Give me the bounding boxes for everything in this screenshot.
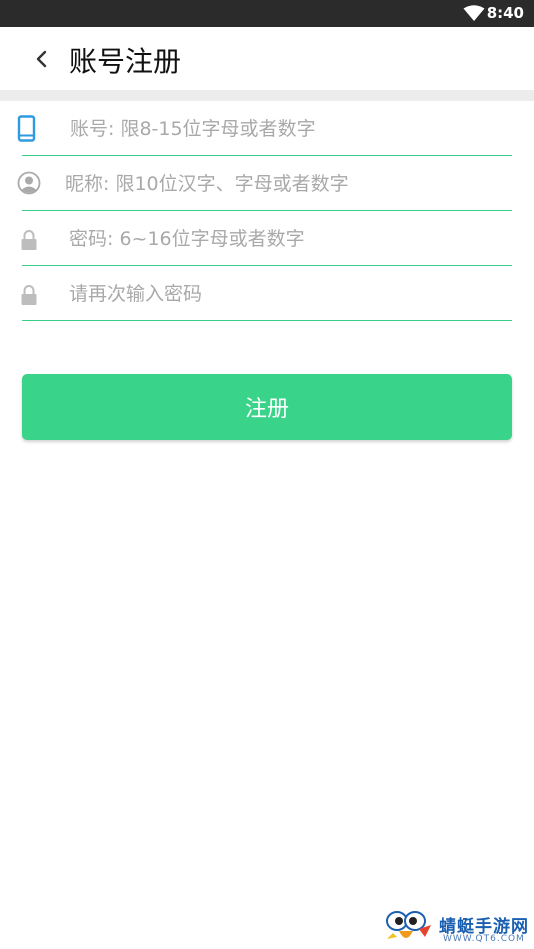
watermark-url: WWW.QT6.COM — [443, 934, 525, 944]
nickname-input[interactable] — [65, 168, 510, 200]
phone-icon — [17, 115, 36, 142]
status-bar: 8:40 — [0, 0, 534, 27]
user-icon — [17, 171, 41, 195]
wifi-icon — [463, 5, 485, 21]
nickname-field — [17, 156, 512, 211]
account-field — [17, 101, 512, 156]
dragonfly-logo-icon — [386, 911, 431, 939]
account-input[interactable] — [70, 113, 510, 145]
header-divider — [0, 90, 534, 101]
lock-icon — [21, 285, 37, 305]
app-header: 账号注册 — [0, 27, 534, 90]
register-button[interactable]: 注册 — [22, 374, 512, 440]
page-title: 账号注册 — [69, 45, 182, 78]
watermark: 蜻蜓手游网 WWW.QT6.COM — [385, 907, 530, 947]
password-field — [21, 211, 512, 266]
confirm-password-field — [21, 266, 512, 321]
chevron-left-icon[interactable] — [28, 45, 56, 73]
password-input[interactable] — [69, 223, 510, 255]
lock-icon — [21, 230, 37, 250]
confirm-password-input[interactable] — [69, 278, 510, 310]
status-time: 8:40 — [486, 4, 524, 22]
